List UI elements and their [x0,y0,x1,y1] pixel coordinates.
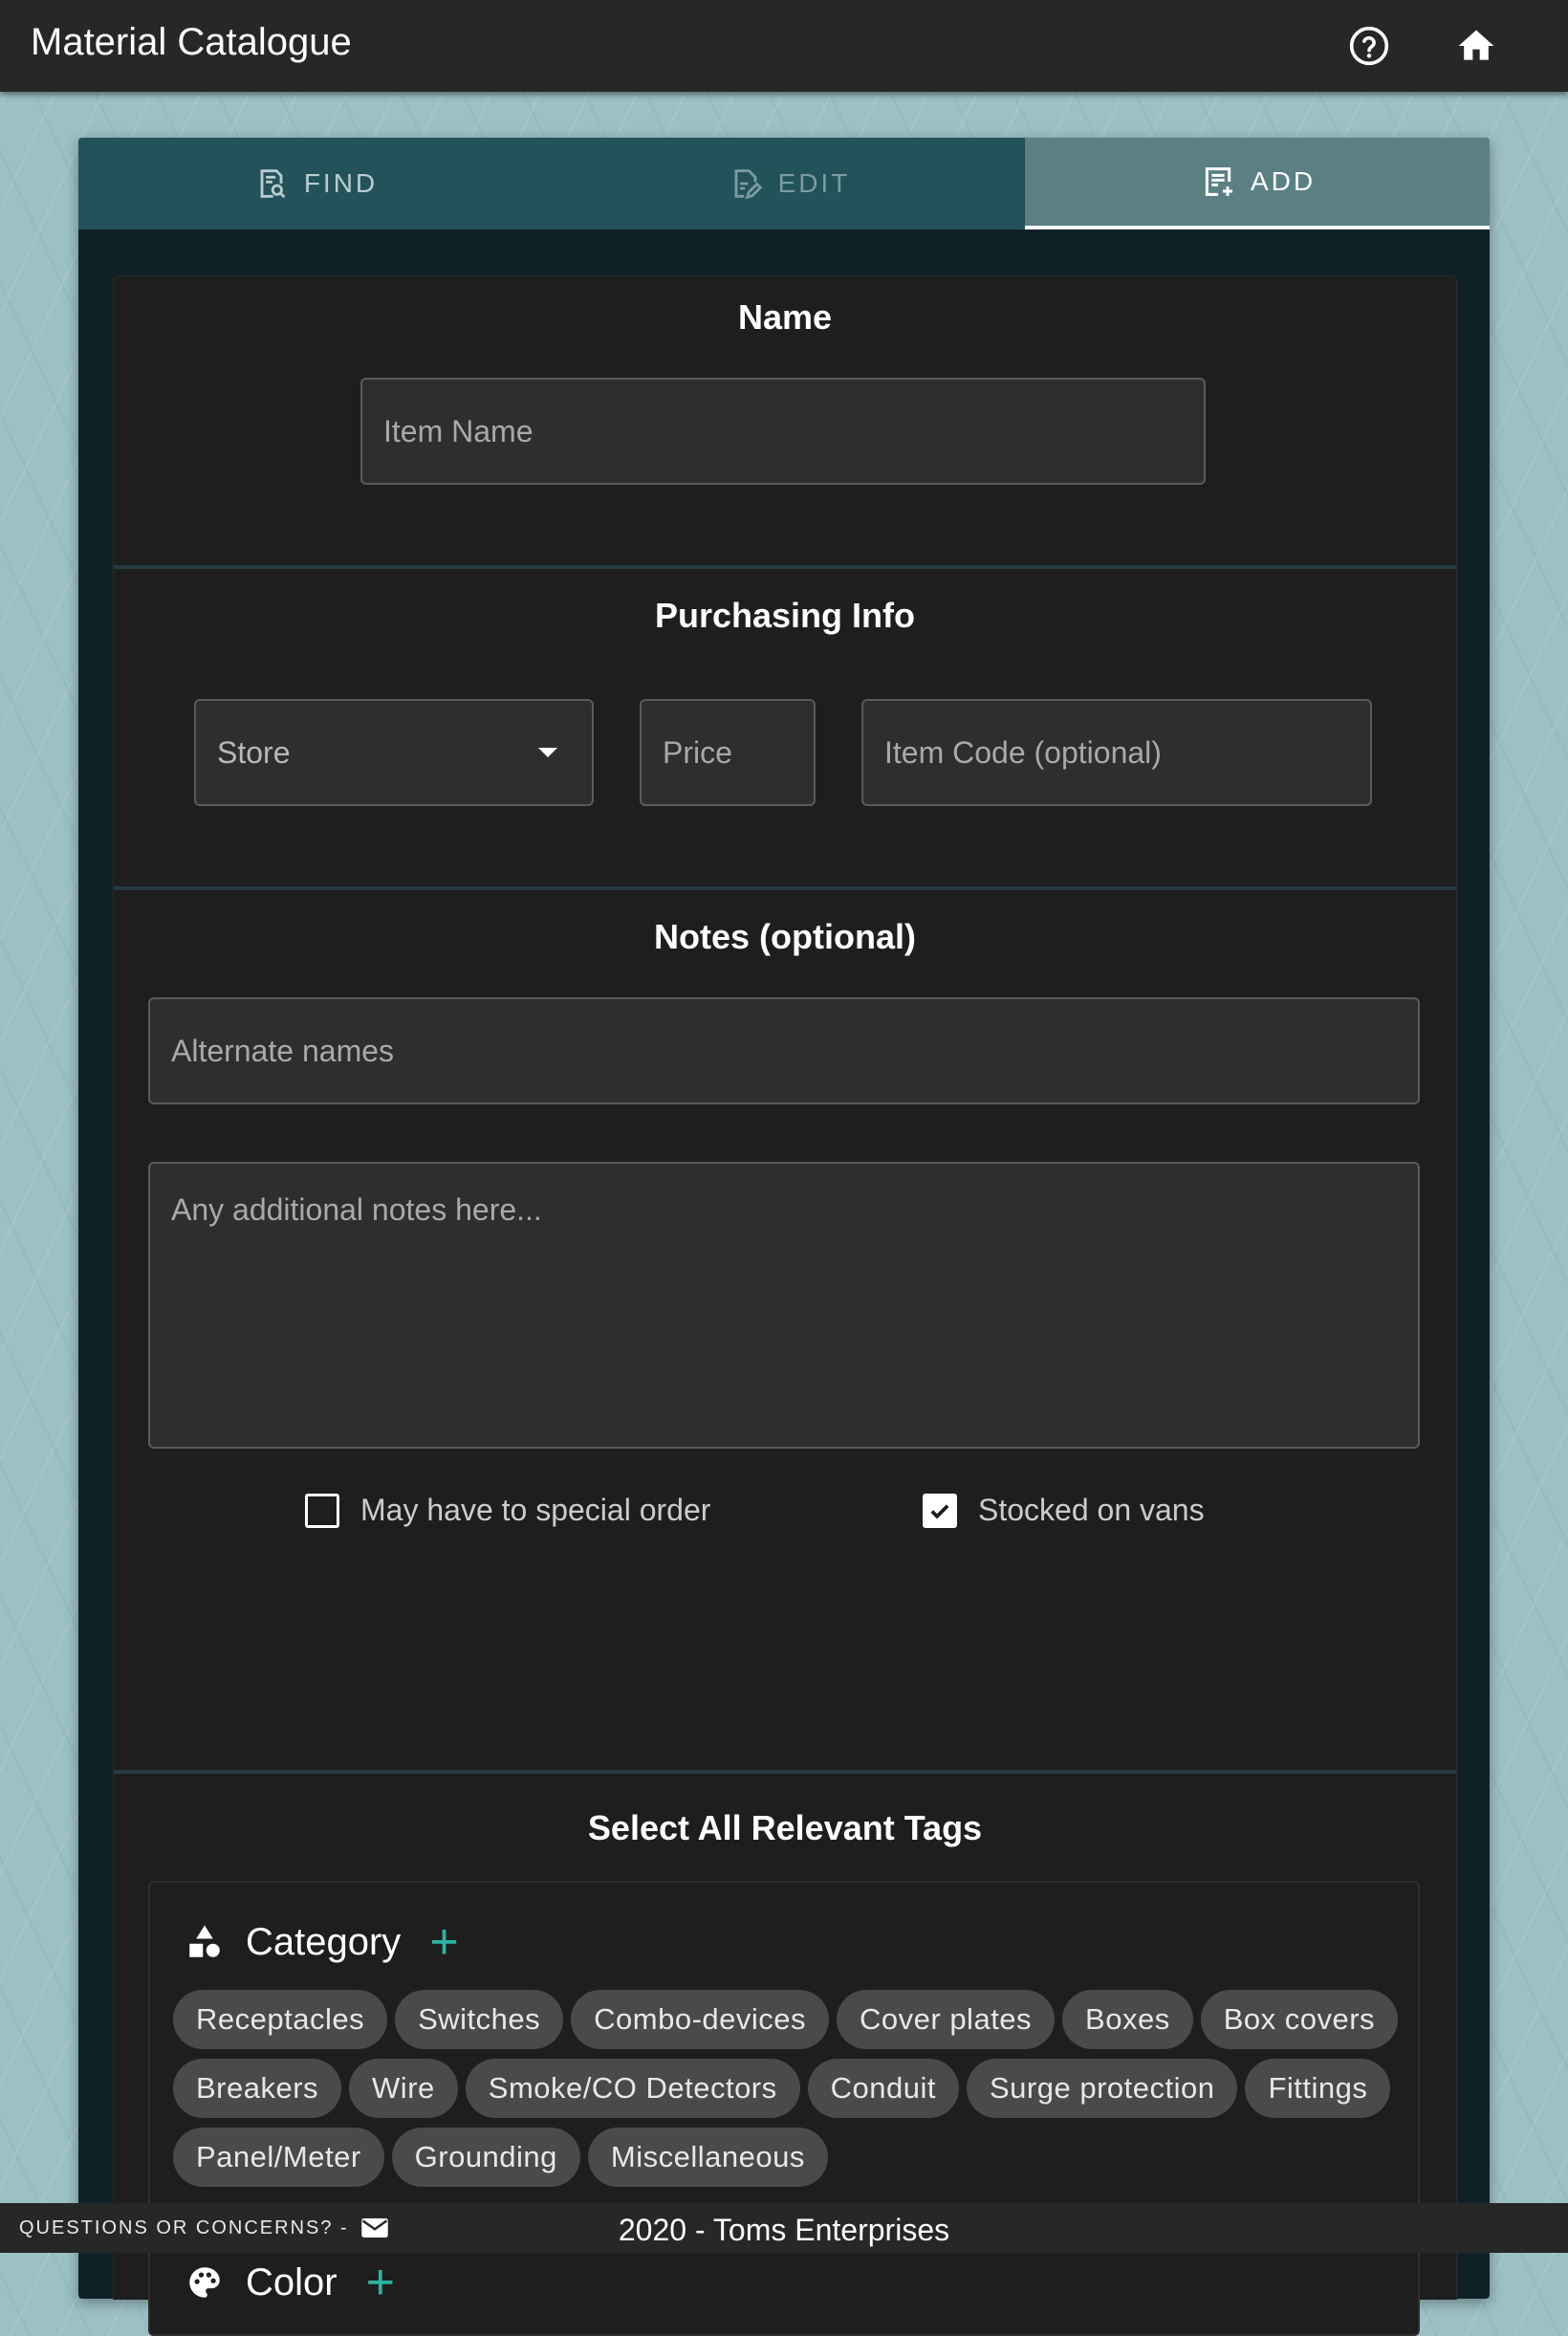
home-button[interactable] [1453,23,1499,69]
item-code-input[interactable] [861,699,1372,806]
app-bar: Material Catalogue [0,0,1568,92]
add-item-form: Name Purchasing Info Store Notes (option… [113,275,1457,2336]
tag-chip[interactable]: Box covers [1200,1990,1399,2049]
tag-chip[interactable]: Surge protection [967,2059,1238,2118]
tag-chip[interactable]: Cover plates [837,1990,1056,2049]
category-header: Category + [185,1917,459,1967]
store-select-label: Store [217,734,291,770]
store-select[interactable]: Store [194,699,594,806]
tag-chip[interactable]: Conduit [807,2059,959,2118]
special-order-label: May have to special order [360,1493,711,1527]
find-doc-icon [260,169,286,199]
tag-chip[interactable]: Boxes [1062,1990,1193,2049]
app-title: Material Catalogue [31,21,352,63]
name-section-title: Name [737,297,833,337]
stocked-vans-checkbox[interactable]: Stocked on vans [923,1493,1205,1528]
dropdown-arrow-icon [538,748,557,757]
item-name-input[interactable] [360,378,1206,485]
help-icon [1349,26,1389,66]
tab-edit-label: EDIT [777,168,851,198]
tag-chip[interactable]: Breakers [173,2059,342,2118]
add-doc-icon [1205,167,1232,196]
tags-section-title: Select All Relevant Tags [587,1808,983,1847]
tab-add-label: ADD [1250,166,1317,196]
checkbox-unchecked-icon [305,1493,339,1528]
alternate-names-input[interactable] [148,997,1420,1104]
checkmark-icon [930,1503,949,1518]
footer: QUESTIONS OR CONCERNS? - 2020 - Toms Ent… [0,2203,1568,2253]
add-category-button[interactable]: + [429,1917,458,1967]
checkbox-checked-icon [923,1493,957,1528]
section-divider [114,886,1456,890]
tab-find-label: FIND [303,168,379,198]
tag-chip[interactable]: Smoke/CO Detectors [465,2059,800,2118]
category-chip-list: Receptacles Switches Combo-devices Cover pl… [173,1990,1406,2187]
shapes-icon [189,1925,220,1957]
tab-bar: FIND EDIT ADD [78,138,1490,229]
tag-chip[interactable]: Switches [395,1990,564,2049]
home-icon [1458,30,1494,60]
special-order-checkbox[interactable]: May have to special order [305,1493,710,1528]
edit-doc-icon [734,169,762,200]
section-divider [114,565,1456,569]
price-input[interactable] [640,699,816,806]
section-divider [114,1770,1456,1774]
tag-chip[interactable]: Panel/Meter [173,2128,384,2187]
copyright-text: 2020 - Toms Enterprises [618,2213,950,2247]
help-button[interactable] [1346,23,1392,69]
tab-find[interactable]: FIND [78,138,552,229]
tag-chip[interactable]: Grounding [391,2128,580,2187]
purchasing-section-title: Purchasing Info [654,596,916,635]
additional-notes-textarea[interactable] [148,1162,1420,1449]
palette-icon [189,2267,220,2298]
tab-edit[interactable]: EDIT [552,138,1025,229]
tag-chip[interactable]: Fittings [1245,2059,1391,2118]
tag-chip[interactable]: Combo-devices [571,1990,830,2049]
category-label: Category [246,1920,402,1963]
tag-chip[interactable]: Receptacles [173,1990,388,2049]
add-color-button[interactable]: + [366,2258,395,2307]
tag-chip[interactable]: Miscellaneous [587,2128,828,2187]
main-card: FIND EDIT ADD Name Purchasing Info Store… [78,138,1490,2336]
stocked-vans-label: Stocked on vans [978,1493,1205,1527]
category-tag-group: Category + Receptacles Switches Combo-devi… [148,1881,1420,2221]
tab-add[interactable]: ADD [1025,138,1490,229]
color-label: Color [246,2260,338,2303]
notes-section-title: Notes (optional) [654,917,916,956]
color-header: Color + [185,2258,395,2307]
tag-chip[interactable]: Wire [349,2059,458,2118]
